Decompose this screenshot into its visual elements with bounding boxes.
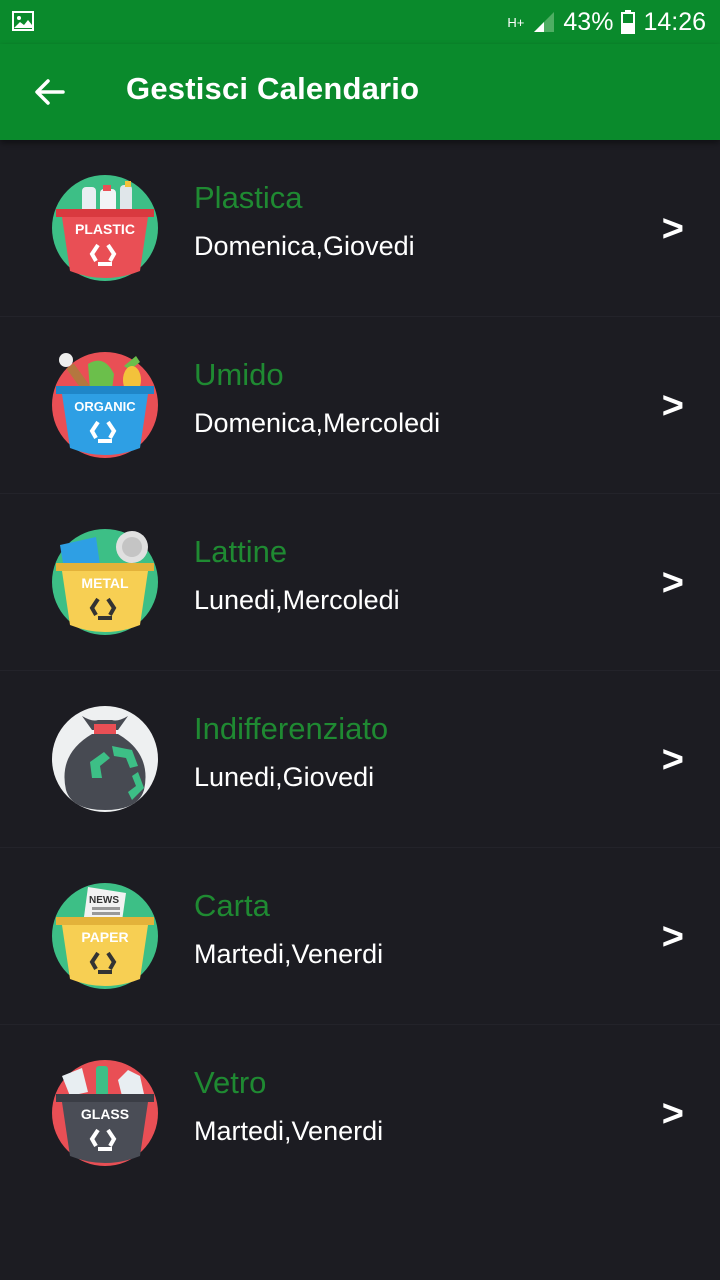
back-button[interactable] — [30, 72, 70, 112]
category-row-indifferenziato[interactable]: Indifferenziato Lunedi,Giovedi > — [0, 671, 720, 848]
status-bar: H+ 43% 14:26 — [0, 0, 720, 44]
paper-bin-icon: NEWS PAPER — [52, 883, 158, 989]
category-name: Plastica — [194, 180, 303, 215]
image-icon — [12, 11, 34, 31]
page-title: Gestisci Calendario — [126, 71, 420, 106]
garbage-bag-icon — [52, 706, 158, 812]
category-days: Martedi,Venerdi — [194, 1116, 384, 1146]
network-type: H+ — [507, 14, 525, 30]
category-name: Lattine — [194, 534, 288, 569]
glass-bin-icon: GLASS — [52, 1060, 158, 1166]
chevron-right-icon: > — [661, 385, 684, 427]
glass-badge: GLASS — [81, 1106, 129, 1122]
category-row-vetro[interactable]: GLASS Vetro Martedi,Venerdi > — [0, 1025, 720, 1201]
category-days: Lunedi,Mercoledi — [194, 585, 400, 615]
category-name: Carta — [194, 888, 270, 923]
category-days: Domenica,Mercoledi — [194, 408, 441, 438]
arrow-left-icon — [35, 79, 65, 105]
organic-badge: ORGANIC — [74, 399, 136, 414]
news-label: NEWS — [89, 895, 119, 906]
chevron-right-icon: > — [661, 739, 684, 781]
chevron-right-icon: > — [661, 562, 684, 604]
category-row-lattine[interactable]: METAL Lattine Lunedi,Mercoledi > — [0, 494, 720, 671]
category-days: Lunedi,Giovedi — [194, 762, 375, 792]
metal-badge: METAL — [81, 575, 129, 591]
plastic-badge: PLASTIC — [75, 221, 135, 237]
category-row-umido[interactable]: ORGANIC Umido Domenica,Mercoledi > — [0, 317, 720, 494]
plastic-bin-icon: PLASTIC — [52, 175, 158, 281]
category-days: Martedi,Venerdi — [194, 939, 384, 969]
chevron-right-icon: > — [661, 916, 684, 958]
category-row-carta[interactable]: NEWS PAPER Carta Martedi,Venerdi > — [0, 848, 720, 1025]
clock: 14:26 — [643, 7, 706, 36]
metal-bin-icon: METAL — [52, 529, 158, 635]
app-bar: Gestisci Calendario — [0, 44, 720, 140]
battery-icon — [621, 10, 636, 34]
paper-badge: PAPER — [81, 929, 128, 945]
signal-icon — [534, 12, 555, 32]
category-name: Indifferenziato — [194, 711, 389, 746]
organic-bin-icon: ORGANIC — [52, 352, 158, 458]
battery-percent: 43% — [563, 7, 614, 36]
category-days: Domenica,Giovedi — [194, 231, 415, 261]
category-name: Umido — [194, 357, 284, 392]
category-name: Vetro — [194, 1065, 267, 1100]
category-list: PLASTIC Plastica Domenica,Giovedi > ORGA… — [0, 140, 720, 1201]
chevron-right-icon: > — [661, 208, 684, 250]
category-row-plastica[interactable]: PLASTIC Plastica Domenica,Giovedi > — [0, 140, 720, 317]
chevron-right-icon: > — [661, 1093, 684, 1135]
